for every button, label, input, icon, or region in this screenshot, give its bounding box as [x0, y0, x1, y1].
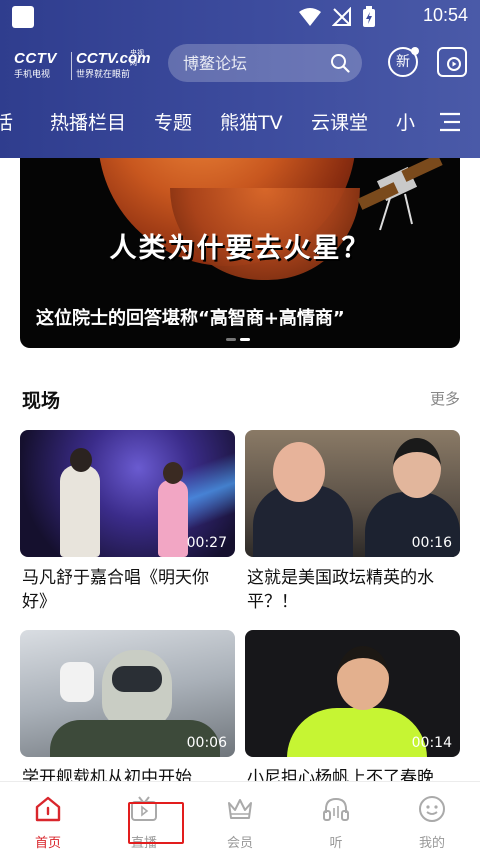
status-time: 10:54: [422, 5, 468, 25]
nav-label-home: 首页: [34, 836, 61, 851]
bottom-nav: 首页 直播 会员 听 我的: [0, 781, 480, 853]
video-card[interactable]: 00:16 这就是美国政坛精英的水平？！: [245, 430, 460, 612]
home-icon: [35, 796, 61, 822]
video-duration: 00:06: [186, 735, 227, 751]
performer-image: [60, 465, 100, 557]
nav-label-membership: 会员: [226, 836, 253, 851]
menu-icon[interactable]: [438, 110, 462, 134]
nav-listen[interactable]: 听: [288, 782, 384, 853]
logo-right-badge: 央视网: [130, 49, 144, 67]
featured-banner[interactable]: 人类为什要去火星？ 这位院士的回答堪称“高智商+高情商”: [20, 158, 460, 348]
nav-label-listen: 听: [329, 836, 343, 851]
search-input[interactable]: [168, 44, 318, 82]
video-title[interactable]: 马凡舒于嘉合唱《明天你好》: [22, 566, 234, 614]
no-signal-icon: [332, 7, 351, 26]
video-title[interactable]: 这就是美国政坛精英的水平？！: [247, 566, 459, 614]
performer-head-image: [163, 462, 183, 484]
battery-icon: [363, 6, 375, 27]
status-bar: 10:54: [0, 0, 480, 34]
new-label: 新: [396, 54, 410, 70]
tab-life[interactable]: 活: [0, 104, 13, 142]
cctv-logo[interactable]: CCTV 手机电视 CCTV.com 央视网 世界就在眼前: [14, 49, 150, 84]
performer-image: [158, 480, 188, 557]
search-icon[interactable]: [330, 53, 350, 73]
speaker-head-image: [273, 442, 325, 502]
video-thumbnail[interactable]: 00:06: [20, 630, 235, 757]
profile-icon: [419, 796, 445, 822]
pilot-glove-image: [60, 662, 94, 702]
logo-left-sub: 手机电视: [14, 70, 51, 80]
app-header: 10:54 CCTV 手机电视 CCTV.com 央视网 世界就在眼前 新 活 …: [0, 0, 480, 158]
tab-topics[interactable]: 专题: [154, 104, 192, 142]
performer-head-image: [70, 448, 92, 472]
tab-cloud-class[interactable]: 云课堂: [311, 104, 368, 142]
nav-membership[interactable]: 会员: [192, 782, 288, 853]
nav-home[interactable]: 首页: [0, 782, 96, 853]
carousel-indicator: [226, 338, 256, 342]
video-thumbnail[interactable]: 00:27: [20, 430, 235, 557]
tab-small[interactable]: 小: [396, 104, 415, 142]
logo-right-sub: 世界就在眼前: [76, 70, 131, 80]
carousel-dot-active: [240, 338, 250, 341]
video-thumbnail[interactable]: 00:14: [245, 630, 460, 757]
logo-left-brand: CCTV: [14, 50, 57, 67]
video-duration: 00:27: [186, 535, 227, 551]
live-tab-highlight: [128, 802, 184, 844]
video-thumbnail[interactable]: 00:16: [245, 430, 460, 557]
logo-divider: [71, 52, 72, 80]
video-duration: 00:14: [411, 735, 452, 751]
speaker-head-image: [393, 438, 441, 498]
tab-hot-columns[interactable]: 热播栏目: [50, 104, 126, 142]
host-body-image: [287, 708, 427, 757]
host-head-image: [337, 646, 389, 710]
tab-panda-tv[interactable]: 熊猫TV: [220, 104, 283, 142]
more-link[interactable]: 更多: [430, 388, 460, 409]
nav-profile[interactable]: 我的: [384, 782, 480, 853]
category-tabs: 活 热播栏目 专题 熊猫TV 云课堂 小: [0, 104, 420, 142]
video-card[interactable]: 00:27 马凡舒于嘉合唱《明天你好》: [20, 430, 235, 612]
pilot-visor-image: [112, 666, 162, 692]
crown-icon: [228, 799, 252, 819]
headphones-icon: [323, 797, 349, 821]
section-title: 现场: [22, 390, 61, 412]
search-box[interactable]: [168, 44, 362, 82]
play-icon: [447, 57, 461, 71]
wifi-icon: [299, 8, 321, 26]
video-card[interactable]: 00:06 学开舰载机从初中开始: [20, 630, 235, 788]
video-history-button[interactable]: [437, 47, 467, 77]
video-card[interactable]: 00:14 小尼担心杨帆上不了春晚: [245, 630, 460, 788]
carousel-dot: [226, 338, 236, 341]
nav-label-profile: 我的: [418, 836, 445, 851]
status-icons: [298, 6, 376, 28]
video-duration: 00:16: [411, 535, 452, 551]
new-content-button[interactable]: 新: [388, 47, 419, 77]
notification-icon: [12, 6, 34, 28]
banner-caption: 这位院士的回答堪称“高智商+高情商”: [36, 308, 345, 329]
banner-headline: 人类为什要去火星？: [109, 233, 371, 264]
new-badge-dot: [411, 47, 419, 55]
